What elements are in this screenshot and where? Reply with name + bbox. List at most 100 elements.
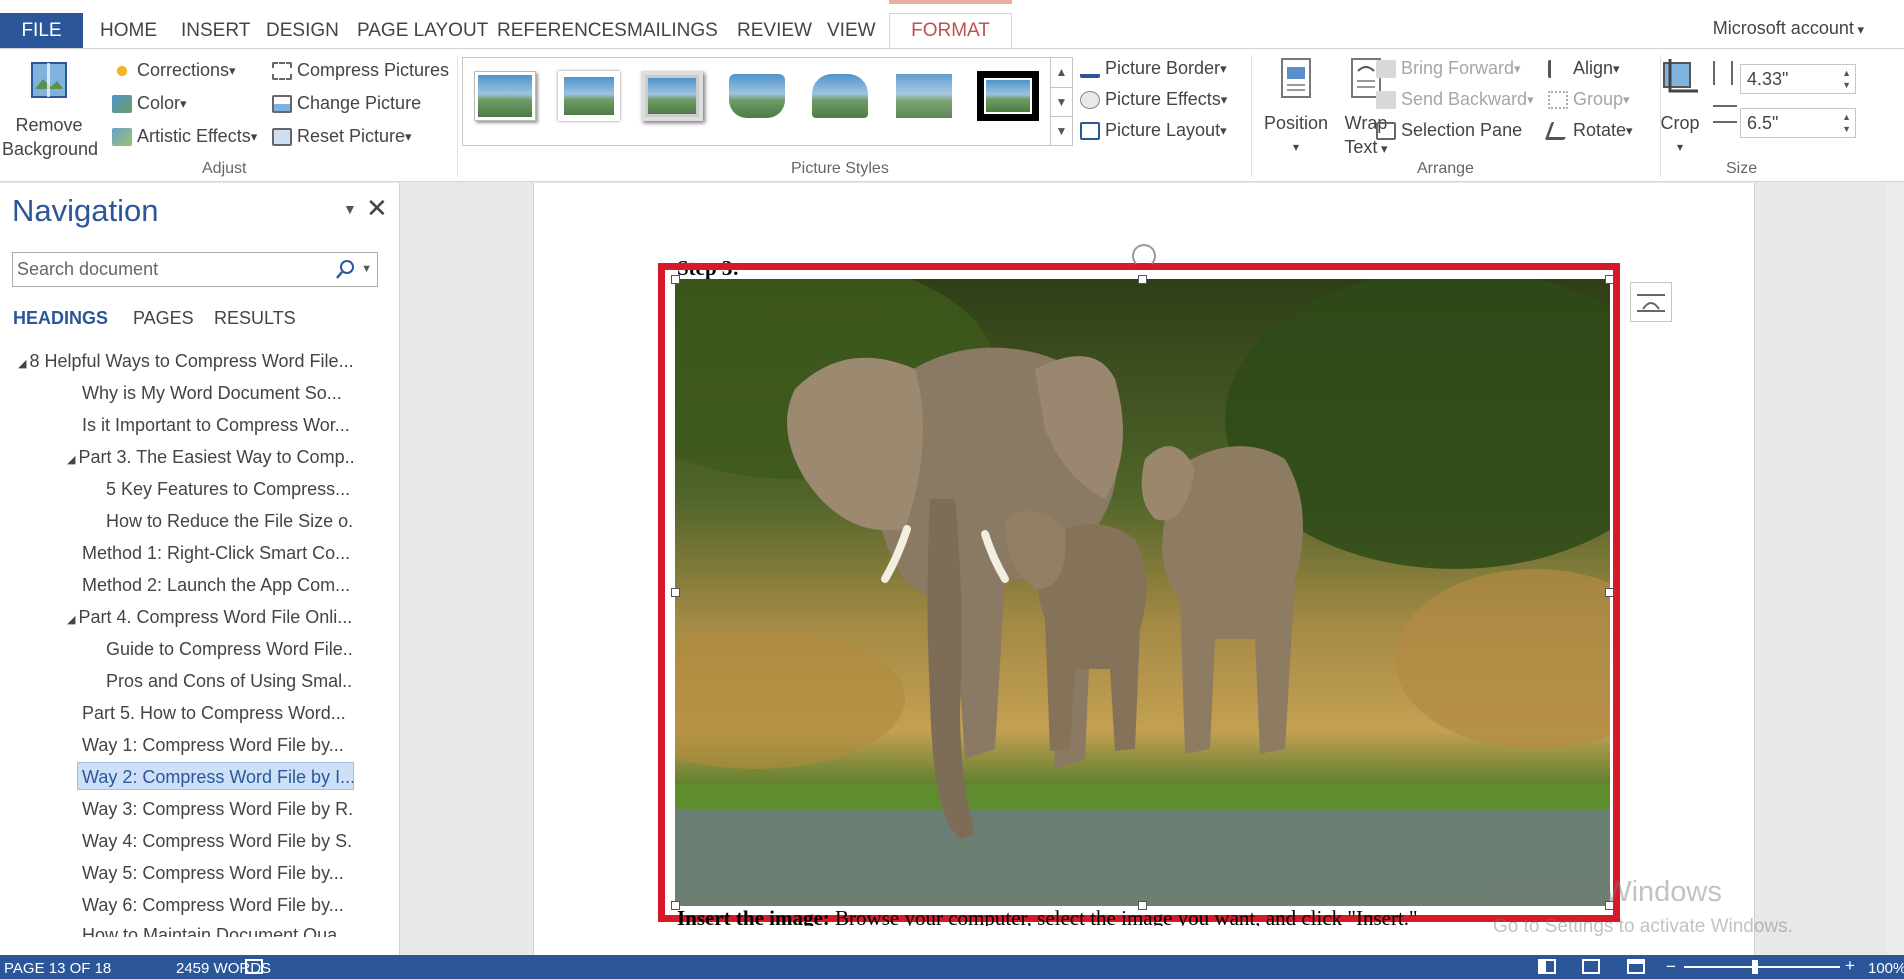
resize-handle-right[interactable] [1605,588,1614,597]
group-button[interactable]: Group [1548,89,1630,110]
tab-file[interactable]: FILE [0,13,83,48]
width-spinner-icon[interactable]: ▲ ▼ [1842,111,1851,135]
status-bar: PAGE 13 OF 18 2459 WORDS − + 100% [0,955,1904,979]
picture-style-thumb[interactable] [474,71,536,121]
tab-format[interactable]: FORMAT [889,13,1012,49]
send-backward-button[interactable]: Send Backward [1376,89,1534,110]
heading-item[interactable]: ◢ Part 3. The Easiest Way to Comp... [67,443,353,471]
artistic-effects-button[interactable]: Artistic Effects [112,126,257,147]
heading-item[interactable]: Method 1: Right-Click Smart Co... [82,539,353,567]
vertical-scrollbar[interactable] [1886,183,1904,955]
search-input[interactable] [13,253,333,286]
tab-home[interactable]: HOME [100,14,157,48]
gallery-scroll-down[interactable]: ▼ [1050,87,1072,116]
shape-width-input[interactable]: 6.5" ▲ ▼ [1740,108,1856,138]
heading-item[interactable]: How to Maintain Document Qua... [82,923,353,937]
account-menu[interactable]: Microsoft account [1713,18,1864,39]
heading-item[interactable]: Way 5: Compress Word File by... [82,859,353,887]
tab-design[interactable]: DESIGN [266,14,339,48]
layout-options-icon [1637,294,1665,312]
heading-item[interactable]: Guide to Compress Word File... [106,635,353,663]
align-button[interactable]: Align [1548,58,1620,79]
heading-item[interactable]: Why is My Word Document So... [82,379,353,407]
heading-item[interactable]: Pros and Cons of Using Smal... [106,667,353,695]
heading-item[interactable]: Is it Important to Compress Wor... [82,411,353,439]
heading-item[interactable]: ◢ 8 Helpful Ways to Compress Word File... [18,347,353,375]
page-count[interactable]: PAGE 13 OF 18 [4,960,111,977]
heading-item[interactable]: How to Reduce the File Size o... [106,507,353,535]
picture-style-thumb[interactable] [809,71,871,121]
tab-view[interactable]: VIEW [827,14,876,48]
picture-style-thumb[interactable] [726,71,788,121]
picture-style-thumb[interactable] [893,71,955,121]
heading-item[interactable]: 5 Key Features to Compress... [106,475,353,503]
collapse-triangle-icon[interactable]: ◢ [67,454,75,466]
zoom-out-icon[interactable]: − [1666,957,1676,977]
resize-handle-top-right[interactable] [1605,275,1614,284]
bring-forward-button[interactable]: Bring Forward [1376,58,1521,79]
align-label: Align [1573,58,1614,78]
heading-item[interactable]: Way 1: Compress Word File by... [82,731,353,759]
read-mode-icon[interactable] [1538,959,1556,974]
layout-options-button[interactable] [1630,282,1672,322]
tab-insert[interactable]: INSERT [181,14,250,48]
rotate-handle-icon[interactable] [1132,244,1156,268]
zoom-slider[interactable] [1684,966,1840,968]
picture-style-thumb[interactable] [977,71,1039,121]
search-icon[interactable] [335,259,355,281]
tab-page-layout[interactable]: PAGE LAYOUT [357,14,488,48]
zoom-in-icon[interactable]: + [1845,956,1855,976]
heading-item[interactable]: ◢ Part 4. Compress Word File Onli... [67,603,353,631]
remove-background-label-1: Remove [15,115,83,135]
tab-pages[interactable]: PAGES [133,308,194,329]
picture-style-thumb[interactable] [641,71,703,121]
picture-layout-button[interactable]: Picture Layout [1080,120,1227,141]
tab-results[interactable]: RESULTS [214,308,296,329]
selection-pane-button[interactable]: Selection Pane [1376,120,1522,141]
tab-references[interactable]: REFERENCES [497,14,627,48]
color-icon [112,94,132,113]
collapse-triangle-icon[interactable]: ◢ [18,358,26,370]
picture-effects-label: Picture Effects [1105,89,1221,109]
gallery-scroll-up[interactable]: ▲ [1050,58,1072,87]
reset-picture-button[interactable]: Reset Picture [272,126,412,147]
color-button[interactable]: Color [112,93,187,114]
crop-button[interactable]: Crop ▾ [1660,57,1700,159]
search-options-icon[interactable]: ▼ [361,263,372,275]
heading-item[interactable]: Way 3: Compress Word File by R... [82,795,353,823]
heading-item[interactable]: Way 4: Compress Word File by S... [82,827,353,855]
change-picture-button[interactable]: Change Picture [272,93,421,114]
compress-pictures-button[interactable]: Compress Pictures [272,60,449,81]
pane-options-icon[interactable]: ▼ [343,201,357,217]
picture-border-button[interactable]: Picture Border [1080,58,1227,79]
web-layout-icon[interactable] [1627,959,1645,974]
shape-width-icon [1713,105,1737,123]
tab-review[interactable]: REVIEW [737,14,812,48]
zoom-level[interactable]: 100% [1868,960,1904,977]
remove-background-button[interactable]: Remove Background [2,59,98,161]
picture-style-thumb[interactable] [558,71,620,121]
resize-handle-top-left[interactable] [671,275,680,284]
corrections-button[interactable]: Corrections [112,60,236,81]
collapse-triangle-icon[interactable]: ◢ [67,614,75,626]
heading-item[interactable]: Method 2: Launch the App Com... [82,571,353,599]
tab-headings[interactable]: HEADINGS [13,308,108,329]
close-icon[interactable]: ✕ [366,193,388,224]
height-spinner-icon[interactable]: ▲ ▼ [1842,67,1851,91]
tab-mailings[interactable]: MAILINGS [627,14,718,48]
shape-height-input[interactable]: 4.33" ▲ ▼ [1740,64,1856,94]
heading-item-selected[interactable]: Way 2: Compress Word File by I... [77,762,354,790]
gallery-more[interactable]: ▼ [1050,116,1072,145]
picture-effects-button[interactable]: Picture Effects [1080,89,1227,110]
rotate-button[interactable]: Rotate [1544,120,1633,141]
print-layout-icon[interactable] [1582,959,1600,974]
resize-handle-left[interactable] [671,588,680,597]
zoom-slider-thumb[interactable] [1752,960,1758,974]
position-button[interactable]: Position ▾ [1258,57,1334,159]
heading-item[interactable]: Part 5. How to Compress Word... [82,699,353,727]
arrange-group-label: Arrange [1417,160,1474,177]
shape-height-icon [1713,61,1733,85]
proofing-icon[interactable] [245,959,263,974]
heading-item[interactable]: Way 6: Compress Word File by... [82,891,353,919]
resize-handle-top[interactable] [1138,275,1147,284]
